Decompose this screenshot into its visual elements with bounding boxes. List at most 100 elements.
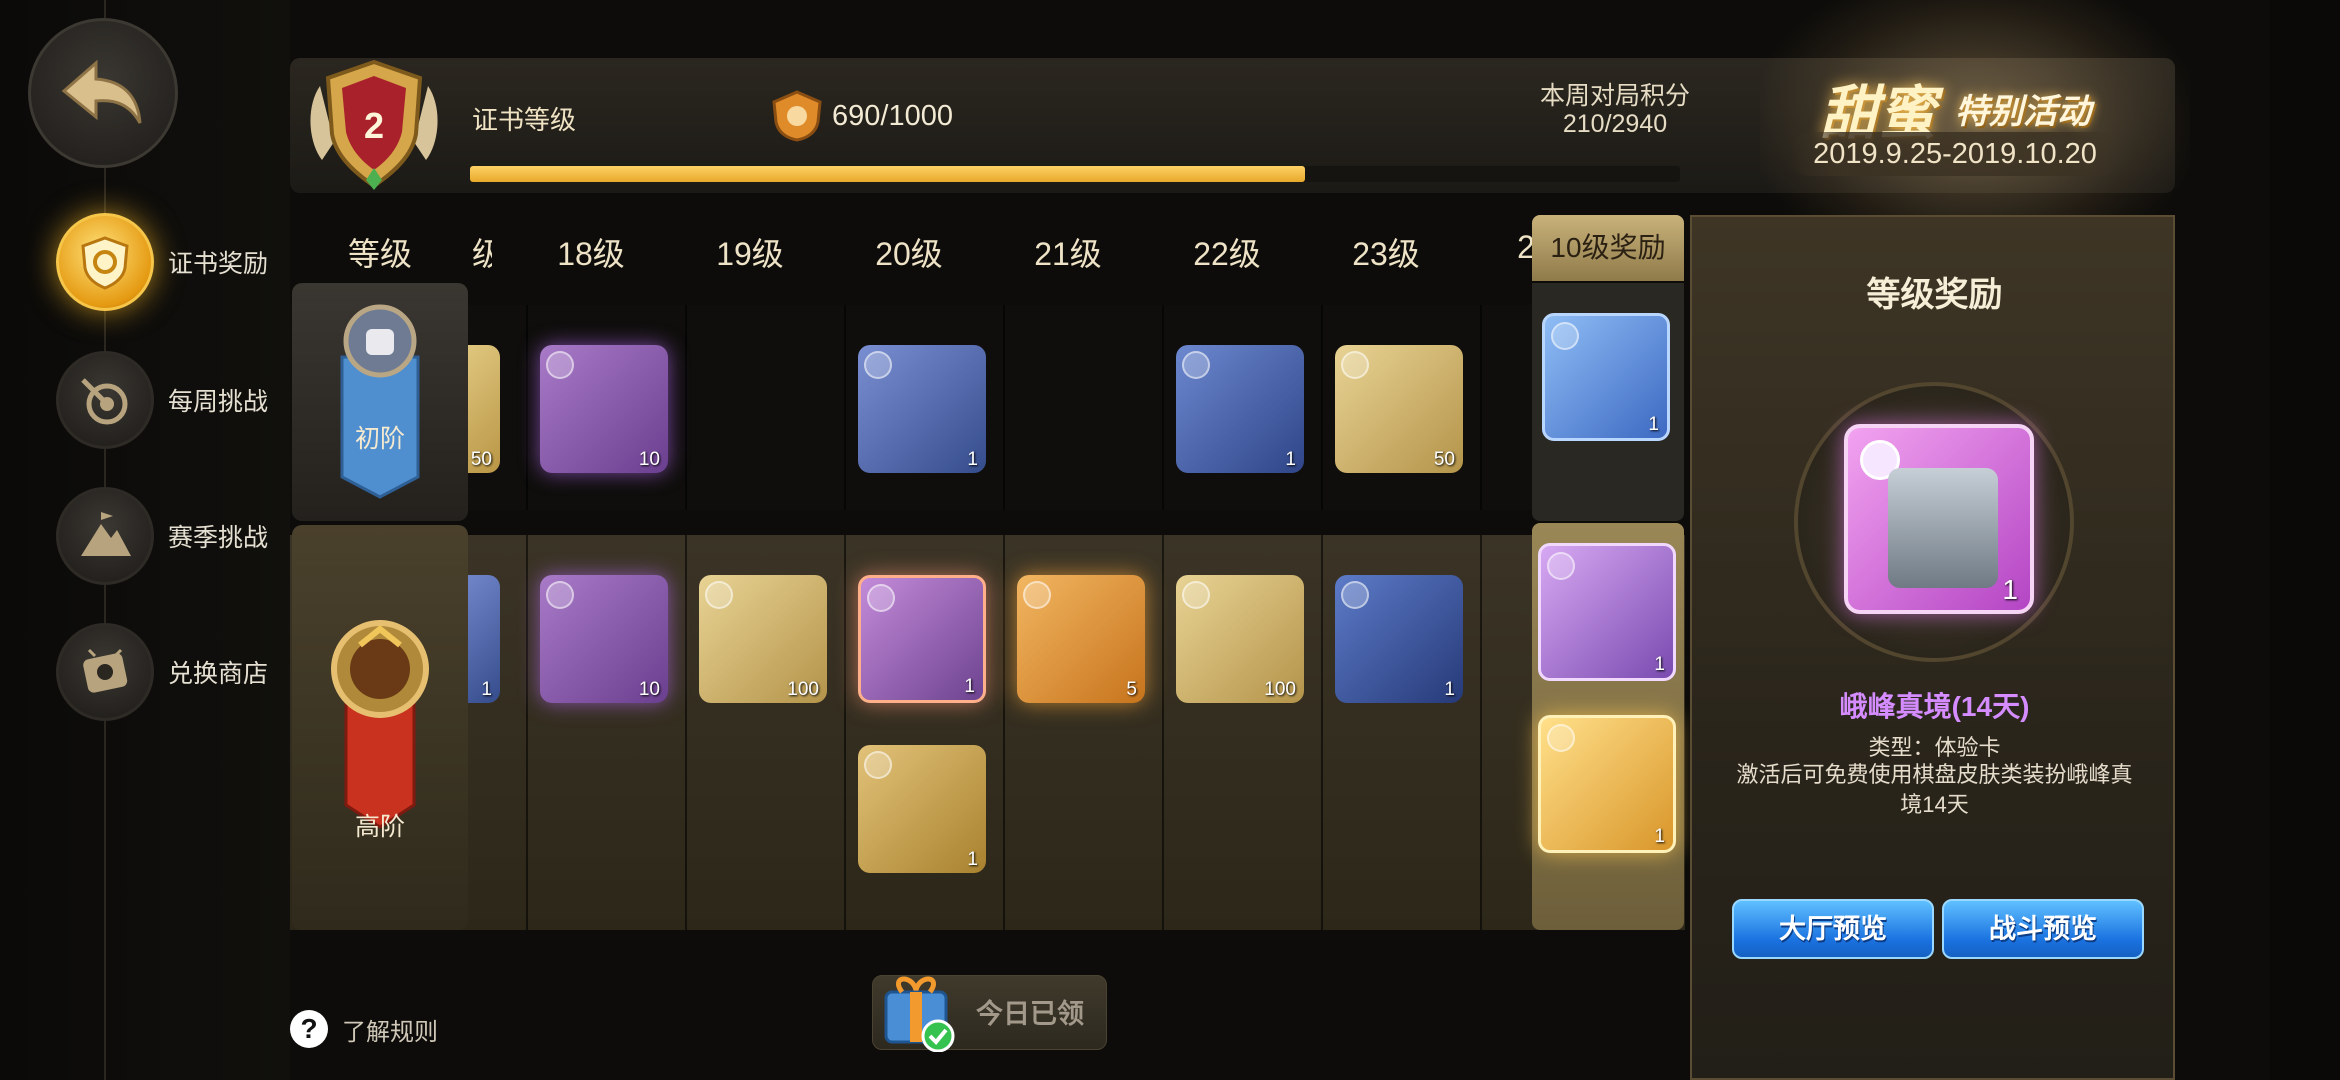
reward-item-candy[interactable]: 100 bbox=[1176, 575, 1304, 703]
shop-ticket-icon bbox=[56, 623, 154, 721]
reward-item-crown-chest[interactable]: 1 bbox=[1538, 715, 1676, 853]
detail-item-board-skin: 1 bbox=[1844, 424, 2034, 614]
weekly-score-value: 210/2940 bbox=[1562, 110, 1668, 138]
weekly-score-label: 本周对局积分 bbox=[1539, 82, 1690, 110]
event-dates: 2019.9.25-2019.10.20 bbox=[1790, 132, 2120, 176]
reward-item-candy[interactable]: 100 bbox=[699, 575, 827, 703]
reward-detail-panel: 等级奖励 1 峨峰真境(14天) 类型：体验卡 激活后可免费使用棋盘皮肤类装扮峨… bbox=[1690, 215, 2175, 1080]
reward-grid[interactable]: 级 18级 19级 20级 21级 22级 23级 2 50 10 1 1 50… bbox=[290, 215, 1685, 930]
back-arrow-icon bbox=[61, 59, 142, 124]
item-type-icon bbox=[1023, 581, 1051, 609]
level10-free-slot: 1 bbox=[1532, 283, 1684, 521]
reward-item-flag[interactable]: 10 bbox=[540, 575, 668, 703]
rules-link[interactable]: ? 了解规则 bbox=[290, 1010, 438, 1048]
reward-item-board-skin[interactable]: 1 bbox=[858, 575, 986, 703]
nav-exchange-shop[interactable]: 兑换商店 bbox=[56, 622, 286, 722]
column-divider bbox=[1480, 305, 1482, 510]
column-divider bbox=[1003, 305, 1005, 510]
level10-premium-slot: 1 1 bbox=[1532, 523, 1684, 930]
reward-item-candy[interactable]: 50 bbox=[1335, 345, 1463, 473]
rules-label: 了解规则 bbox=[342, 1018, 438, 1046]
free-reward-row: 50 10 1 1 50 bbox=[290, 305, 1685, 510]
premium-tier-card: 高阶 bbox=[292, 525, 468, 930]
free-tier-banner-icon bbox=[340, 304, 420, 499]
score-medal-icon bbox=[768, 90, 826, 142]
reward-item-goblin-avatar[interactable]: 1 bbox=[1542, 313, 1670, 441]
nav-label: 证书奖励 bbox=[168, 250, 269, 278]
column-divider bbox=[844, 305, 846, 510]
level-header: 21级 bbox=[1034, 236, 1102, 272]
column-divider bbox=[526, 305, 528, 510]
item-type-icon bbox=[1341, 581, 1369, 609]
detail-item-count: 1 bbox=[2002, 574, 2018, 605]
level-header-row: 级 18级 19级 20级 21级 22级 23级 2 bbox=[290, 215, 1685, 283]
premium-tier-banner-icon bbox=[331, 620, 429, 829]
level-header: 18级 bbox=[557, 236, 625, 272]
column-divider bbox=[685, 305, 687, 510]
lobby-preview-button[interactable]: 大厅预览 bbox=[1732, 899, 1934, 959]
reward-item-dragon-avatar[interactable]: 1 bbox=[1538, 543, 1676, 681]
reward-item-emote[interactable]: 1 bbox=[858, 345, 986, 473]
free-tier-card: 初阶 bbox=[292, 283, 468, 521]
reward-item-card[interactable]: 1 bbox=[1176, 345, 1304, 473]
column-divider bbox=[1321, 535, 1323, 930]
reward-item-flag[interactable]: 10 bbox=[540, 345, 668, 473]
detail-title: 等级奖励 bbox=[1866, 276, 2003, 314]
item-type-icon bbox=[867, 584, 895, 612]
back-button[interactable] bbox=[28, 18, 178, 168]
column-divider bbox=[1162, 535, 1164, 930]
premium-tier-label: 高阶 bbox=[354, 813, 405, 841]
free-tier-label: 初阶 bbox=[354, 425, 405, 453]
board-skin-preview bbox=[1888, 468, 1998, 588]
item-type-icon bbox=[1341, 351, 1369, 379]
level-header: 23级 bbox=[1352, 236, 1420, 272]
item-type-icon bbox=[1547, 552, 1575, 580]
mountain-flag-icon bbox=[56, 487, 154, 585]
tier-header: 等级 bbox=[347, 236, 412, 272]
right-edge-bezel bbox=[2270, 0, 2340, 1080]
progress-fill bbox=[470, 166, 1305, 182]
level-header: 22级 bbox=[1193, 236, 1261, 272]
item-type-icon bbox=[1182, 351, 1210, 379]
event-subtitle: 特别活动 bbox=[1955, 93, 2091, 131]
nav-weekly-challenge[interactable]: 每周挑战 bbox=[56, 350, 286, 450]
item-type-icon bbox=[864, 751, 892, 779]
detail-item-description: 激活后可免费使用棋盘皮肤类装扮峨峰真境14天 bbox=[1736, 762, 2133, 817]
score-value: 690/1000 bbox=[832, 100, 953, 132]
level-header-partial: 级 bbox=[472, 236, 492, 272]
item-type-icon bbox=[1182, 581, 1210, 609]
column-divider bbox=[1480, 535, 1482, 930]
rank-badge: 2 bbox=[300, 56, 448, 194]
gift-box-check-icon bbox=[880, 970, 960, 1053]
column-divider bbox=[526, 535, 528, 930]
column-divider bbox=[1321, 305, 1323, 510]
nav-cert-rewards[interactable]: 证书奖励 bbox=[56, 212, 286, 312]
progress-bar bbox=[470, 166, 1680, 182]
reward-item-crown-chest[interactable]: 1 bbox=[858, 745, 986, 873]
level-header: 19级 bbox=[716, 236, 784, 272]
target-dart-icon bbox=[56, 351, 154, 449]
tier-column: 等级 初阶 高阶 bbox=[290, 215, 470, 930]
nav-label: 兑换商店 bbox=[168, 660, 269, 688]
cert-level-label: 证书等级 bbox=[472, 105, 577, 135]
detail-item-name: 峨峰真境(14天) bbox=[1839, 691, 2030, 722]
column-divider bbox=[1162, 305, 1164, 510]
nav-label: 每周挑战 bbox=[168, 388, 269, 416]
detail-item-type: 类型：体验卡 bbox=[1868, 735, 2001, 760]
nav-season-challenge[interactable]: 赛季挑战 bbox=[56, 486, 286, 586]
level-header: 20级 bbox=[875, 236, 943, 272]
column-divider bbox=[844, 535, 846, 930]
item-type-icon bbox=[705, 581, 733, 609]
item-type-icon bbox=[546, 351, 574, 379]
shield-badge-icon bbox=[56, 213, 154, 311]
battle-preview-button[interactable]: 战斗预览 bbox=[1942, 899, 2144, 959]
reward-item-effect[interactable]: 1 bbox=[1335, 575, 1463, 703]
daily-claim-label: 今日已领 bbox=[976, 999, 1084, 1029]
level10-reward-column: 10级奖励 1 1 1 bbox=[1532, 215, 1684, 930]
reward-item-gingerbread[interactable]: 5 bbox=[1017, 575, 1145, 703]
column-divider bbox=[1003, 535, 1005, 930]
item-type-icon bbox=[1551, 322, 1579, 350]
item-type-icon bbox=[546, 581, 574, 609]
premium-reward-row: 1 10 100 1 5 100 1 1 bbox=[290, 535, 1685, 930]
item-type-icon bbox=[864, 351, 892, 379]
